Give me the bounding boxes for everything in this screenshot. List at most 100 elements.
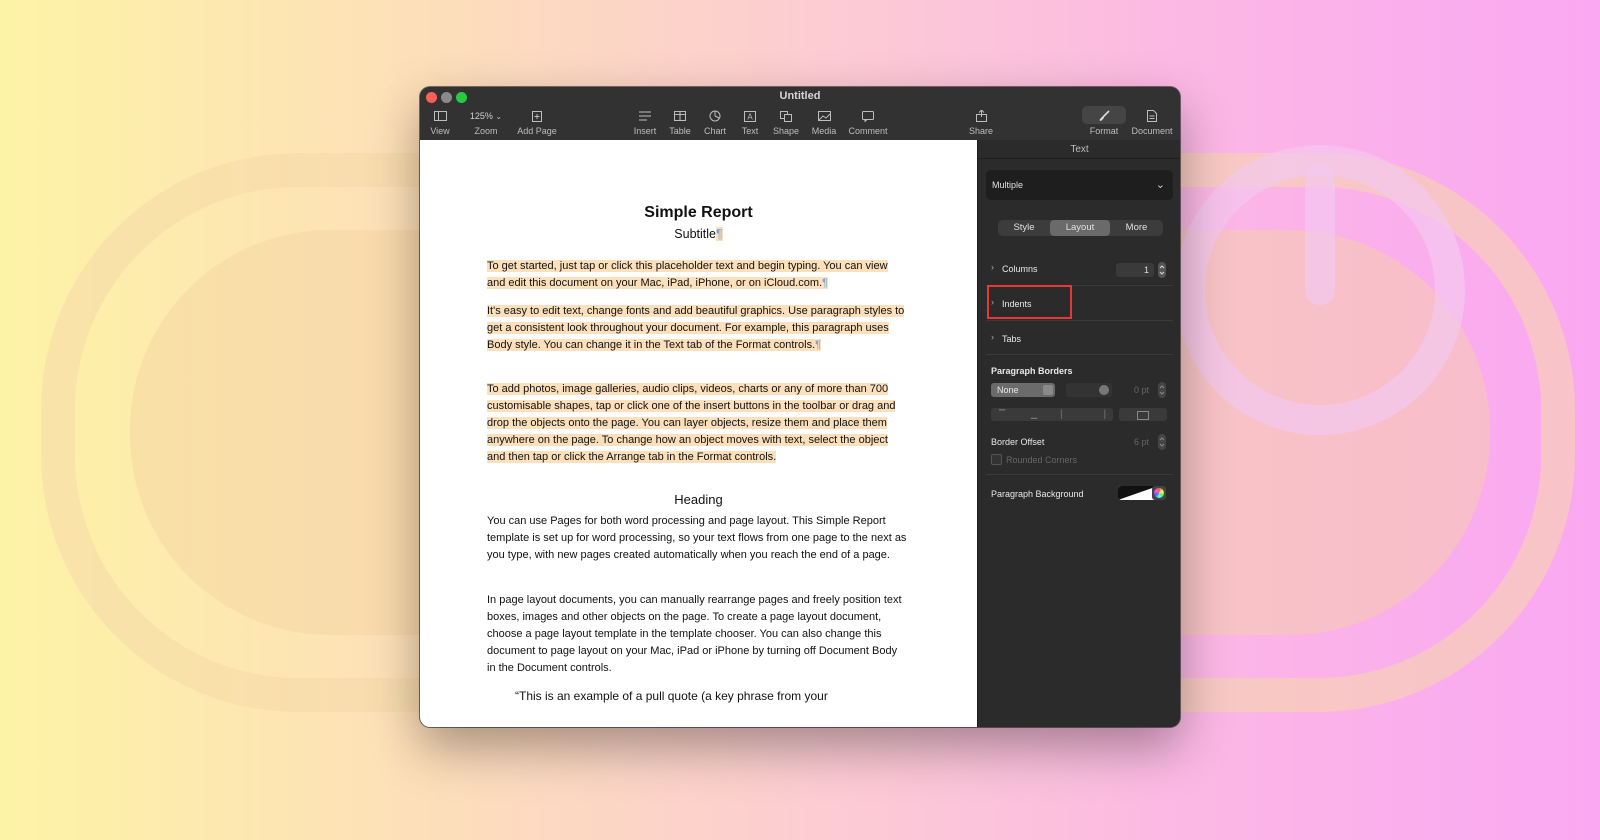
document-label: Document — [1131, 126, 1173, 136]
top-border-icon[interactable]: ▔ — [999, 410, 1005, 419]
tab-layout[interactable]: Layout — [1050, 220, 1110, 236]
annotation-highlight-box — [987, 285, 1072, 319]
pilcrow-mark: ¶ — [815, 339, 822, 351]
color-wheel-icon — [1154, 488, 1164, 498]
tab-more[interactable]: More — [1110, 220, 1163, 236]
selected-text: To add photos, image galleries, audio cl… — [487, 383, 896, 463]
border-width-field[interactable]: 0 pt — [1116, 383, 1154, 397]
paragraph-style-select[interactable]: Multiple ⌄ — [986, 170, 1173, 200]
divider — [986, 354, 1173, 355]
chart-icon — [709, 110, 721, 122]
paintbrush-icon — [1099, 110, 1110, 121]
document-canvas[interactable]: Simple Report Subtitle¶ To get started, … — [420, 140, 977, 727]
rounded-corners-checkbox[interactable] — [991, 454, 1002, 465]
all-borders-button[interactable] — [1119, 408, 1167, 421]
document-title[interactable]: Simple Report — [420, 204, 977, 222]
document-button[interactable]: Document — [1128, 107, 1176, 136]
chart-button[interactable]: Chart — [698, 107, 732, 136]
right-border-icon[interactable]: ▕ — [1099, 410, 1105, 419]
text-button[interactable]: A Text — [734, 107, 766, 136]
border-color-well[interactable] — [1066, 383, 1112, 397]
border-width-stepper[interactable] — [1158, 382, 1166, 398]
border-edge-buttons[interactable]: ▔ ▁ ▏ ▕ — [991, 408, 1113, 421]
section-heading[interactable]: Heading — [420, 492, 977, 507]
paragraph-background-label: Paragraph Background — [991, 489, 1084, 499]
color-wheel-button[interactable] — [1152, 486, 1166, 500]
rounded-corners-label: Rounded Corners — [1006, 455, 1078, 465]
text-box-icon: A — [744, 110, 756, 122]
body-paragraph[interactable]: It's easy to edit text, change fonts and… — [487, 303, 907, 354]
pull-quote[interactable]: “This is an example of a pull quote (a k… — [515, 689, 895, 703]
popup-arrows-icon — [1043, 385, 1053, 395]
window-title: Untitled — [779, 90, 821, 102]
paragraph-text: It's easy to edit text, change fonts and… — [487, 305, 905, 351]
comment-icon — [862, 110, 874, 122]
body-paragraph[interactable]: To add photos, image galleries, audio cl… — [487, 381, 907, 466]
paragraph-borders-label: Paragraph Borders — [991, 366, 1073, 376]
zoom-value: 125% — [469, 111, 493, 121]
box-border-icon — [1137, 411, 1149, 420]
insert-label: Insert — [633, 126, 657, 136]
shape-button[interactable]: Shape — [768, 107, 804, 136]
format-label: Format — [1089, 126, 1119, 136]
share-icon — [975, 110, 987, 122]
border-style-value: None — [997, 385, 1019, 395]
columns-field[interactable]: 1 — [1116, 263, 1154, 277]
zoom-label: Zoom — [474, 126, 498, 136]
comment-button[interactable]: Comment — [845, 107, 891, 136]
svg-text:A: A — [747, 112, 753, 121]
format-inspector: Text Multiple ⌄ Style Layout More › Colu… — [977, 140, 1180, 727]
add-page-button[interactable]: Add Page — [512, 107, 562, 136]
insert-button[interactable]: Insert — [627, 107, 663, 136]
chevron-right-icon[interactable]: › — [991, 332, 994, 342]
media-icon — [817, 111, 831, 121]
paragraph-style-value: Multiple — [992, 180, 1024, 190]
comment-label: Comment — [848, 126, 888, 136]
view-button[interactable]: View — [422, 107, 458, 136]
divider — [978, 158, 1180, 159]
add-page-icon — [532, 110, 542, 122]
selected-text: To get started, just tap or click this p… — [487, 260, 888, 289]
columns-label[interactable]: Columns — [1002, 264, 1038, 274]
divider — [986, 474, 1173, 475]
tabs-label[interactable]: Tabs — [1002, 334, 1021, 344]
chart-label: Chart — [703, 126, 726, 136]
format-button[interactable]: Format — [1085, 107, 1123, 136]
media-label: Media — [811, 126, 837, 136]
sidebar-icon — [433, 111, 447, 121]
body-paragraph[interactable]: You can use Pages for both word processi… — [487, 513, 907, 564]
add-page-label: Add Page — [517, 126, 557, 136]
shape-label: Shape — [772, 126, 800, 136]
toolbar: Untitled View 125% ⌄ Zoom Add Page Inser… — [420, 87, 1180, 141]
share-button[interactable]: Share — [965, 107, 997, 136]
document-subtitle[interactable]: Subtitle¶ — [420, 227, 977, 241]
pilcrow-mark: ¶ — [715, 227, 723, 241]
inspector-title: Text — [1070, 144, 1089, 155]
tab-style[interactable]: Style — [998, 220, 1050, 236]
pages-window: Untitled View 125% ⌄ Zoom Add Page Inser… — [420, 87, 1180, 727]
table-label: Table — [669, 126, 691, 136]
insert-icon — [639, 111, 651, 121]
shape-icon — [780, 110, 792, 122]
chevron-down-icon: ⌄ — [495, 111, 503, 121]
document-icon — [1147, 110, 1157, 122]
body-paragraph[interactable]: To get started, just tap or click this p… — [487, 258, 907, 292]
selected-text: It's easy to edit text, change fonts and… — [487, 305, 905, 351]
zoom-button[interactable]: 125% ⌄ Zoom — [462, 107, 510, 136]
pilcrow-mark: ¶ — [822, 277, 828, 289]
media-button[interactable]: Media — [806, 107, 842, 136]
table-button[interactable]: Table — [663, 107, 697, 136]
inspector-tabs: Style Layout More — [998, 220, 1163, 236]
divider — [986, 320, 1173, 321]
subtitle-text: Subtitle — [674, 227, 716, 241]
body-paragraph[interactable]: In page layout documents, you can manual… — [487, 592, 907, 677]
border-offset-stepper[interactable] — [1158, 434, 1166, 450]
columns-stepper[interactable] — [1158, 262, 1166, 278]
bottom-border-icon[interactable]: ▁ — [1031, 410, 1037, 419]
chevron-down-icon: ⌄ — [1155, 179, 1165, 191]
border-offset-label: Border Offset — [991, 437, 1045, 447]
border-style-select[interactable]: None — [991, 383, 1055, 397]
border-offset-field[interactable]: 6 pt — [1116, 435, 1154, 449]
left-border-icon[interactable]: ▏ — [1061, 410, 1067, 419]
chevron-right-icon[interactable]: › — [991, 262, 994, 272]
